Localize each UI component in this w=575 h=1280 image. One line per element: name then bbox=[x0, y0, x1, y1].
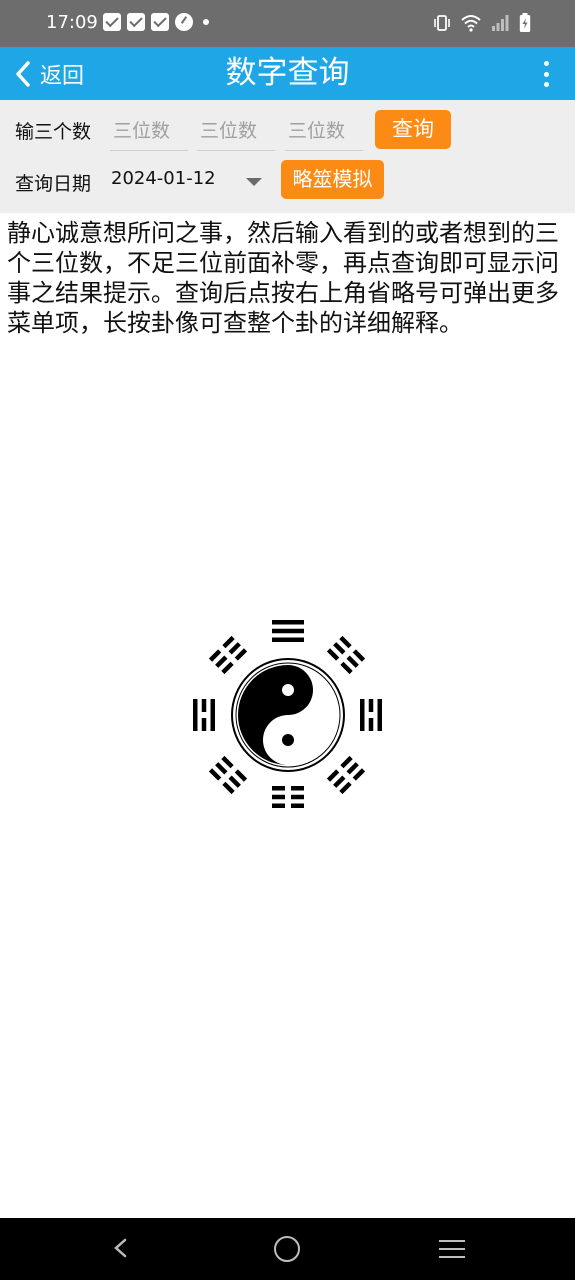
mail-icon bbox=[127, 13, 145, 31]
nav-back-icon[interactable] bbox=[112, 1238, 128, 1258]
vibrate-icon bbox=[434, 15, 450, 31]
battery-icon bbox=[519, 13, 531, 32]
nav-home-icon[interactable] bbox=[274, 1236, 300, 1262]
number-input-3[interactable] bbox=[285, 112, 363, 151]
notification-icons bbox=[103, 13, 209, 31]
status-bar: 17:09 bbox=[0, 0, 575, 47]
wifi-icon bbox=[461, 15, 481, 32]
query-button[interactable]: 查询 bbox=[375, 110, 451, 149]
dot-icon bbox=[203, 19, 209, 25]
signal-icon bbox=[492, 15, 509, 31]
numbers-label: 输三个数 bbox=[15, 121, 92, 143]
nav-menu-icon[interactable] bbox=[439, 1240, 465, 1258]
dropdown-arrow-icon[interactable] bbox=[246, 178, 262, 186]
system-icons bbox=[433, 13, 531, 33]
bagua-image[interactable] bbox=[173, 603, 403, 833]
date-select[interactable]: 2024-01-12 bbox=[111, 168, 216, 189]
number-input-2[interactable] bbox=[197, 112, 275, 151]
instructions-text: 静心诚意想所问之事，然后输入看到的或者想到的三个三位数，不足三位前面补零，再点查… bbox=[7, 219, 559, 337]
mail-icon bbox=[103, 13, 121, 31]
back-button[interactable]: 返回 bbox=[14, 47, 84, 100]
page-title: 数字查询 bbox=[225, 55, 350, 91]
back-arrow-icon bbox=[16, 60, 30, 87]
mail-icon bbox=[151, 13, 169, 31]
back-label: 返回 bbox=[40, 63, 85, 89]
gauge-icon bbox=[175, 13, 193, 31]
date-label: 查询日期 bbox=[15, 173, 92, 195]
more-options-icon[interactable] bbox=[539, 61, 553, 87]
simulate-button[interactable]: 略筮模拟 bbox=[281, 160, 384, 199]
status-time: 17:09 bbox=[46, 12, 98, 33]
app-bar: 返回 数字查询 bbox=[0, 47, 575, 100]
number-input-1[interactable] bbox=[110, 112, 188, 151]
